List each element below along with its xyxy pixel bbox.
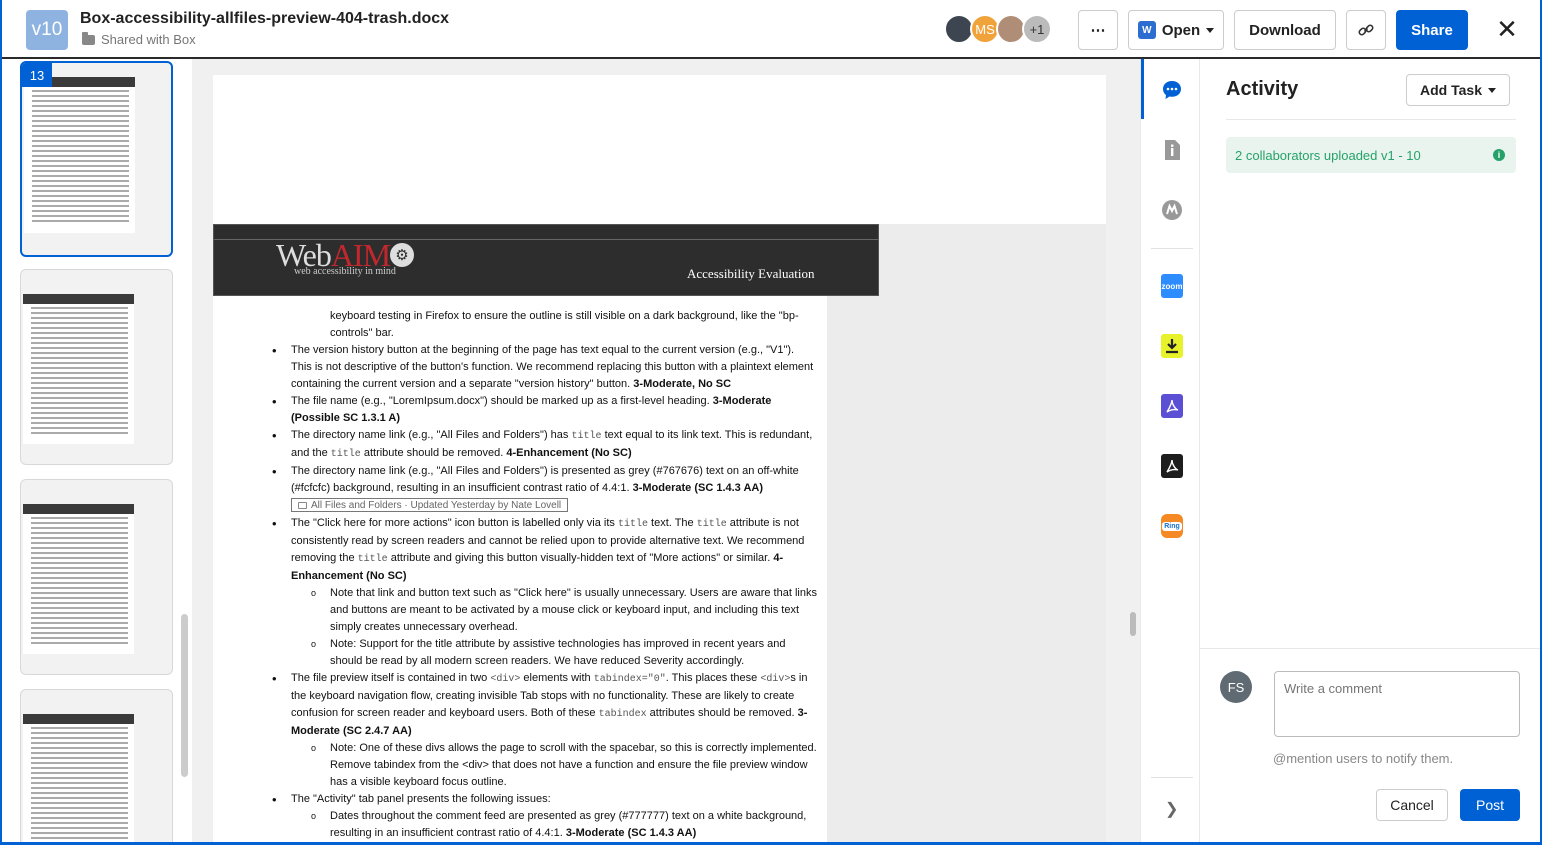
copy-link-button[interactable]	[1346, 10, 1386, 50]
list-item: The version history button at the beginn…	[272, 342, 817, 393]
folder-icon	[298, 501, 307, 509]
list-item: Note that link and button text such as "…	[291, 585, 817, 636]
open-button[interactable]: W Open	[1128, 10, 1224, 50]
link-icon	[1358, 24, 1374, 36]
preview-scrollbar[interactable]	[1130, 612, 1136, 636]
folder-icon	[82, 31, 95, 45]
more-collaborators-badge[interactable]: +1	[1022, 14, 1052, 44]
info-icon[interactable]: i	[1493, 149, 1505, 161]
thumbnail-page[interactable]	[20, 269, 173, 465]
thumbnail-page[interactable]	[20, 689, 173, 842]
post-button[interactable]: Post	[1460, 789, 1520, 821]
thumbnail-image	[23, 714, 134, 842]
preview-modal: v10 Box-accessibility-allfiles-preview-4…	[0, 0, 1542, 845]
list-item: The directory name link (e.g., "All File…	[272, 427, 817, 463]
download-button[interactable]: Download	[1234, 10, 1336, 50]
divider	[1151, 777, 1193, 778]
current-page-badge: 13	[22, 63, 52, 87]
active-tab-indicator	[1141, 59, 1144, 119]
sidebar-nav: zoom Ring ❯	[1140, 59, 1200, 842]
details-icon[interactable]	[1161, 139, 1183, 161]
collaborator-upload-notice[interactable]: 2 collaborators uploaded v1 - 10 i	[1226, 137, 1516, 173]
chevron-down-icon	[1487, 87, 1496, 93]
webaim-tagline: web accessibility in mind	[294, 266, 396, 277]
open-label: Open	[1161, 21, 1201, 39]
close-icon[interactable]: ✕	[1492, 14, 1522, 44]
zoom-icon[interactable]: zoom	[1161, 274, 1183, 298]
list-item: The "Click here for more actions" icon b…	[272, 515, 817, 585]
more-options-button[interactable]: ⋯	[1078, 10, 1118, 50]
shared-status[interactable]: Shared with Box	[82, 31, 196, 47]
thumbnail-image	[23, 294, 134, 444]
ring-icon[interactable]: Ring	[1161, 514, 1183, 538]
chevron-right-icon[interactable]: ❯	[1165, 799, 1178, 819]
list-item: The file name (e.g., "LoremIpsum.docx") …	[272, 393, 817, 427]
cancel-button[interactable]: Cancel	[1376, 789, 1448, 821]
preview-header: v10 Box-accessibility-allfiles-preview-4…	[2, 0, 1540, 59]
avatar: FS	[1220, 671, 1252, 703]
add-task-button[interactable]: Add Task	[1406, 74, 1510, 106]
document-header-title: Accessibility Evaluation	[687, 266, 815, 281]
list-item: The "Activity" tab panel presents the fo…	[272, 791, 817, 808]
continued-text: keyboard testing in Firefox to ensure th…	[330, 310, 799, 339]
gear-icon: ⚙	[390, 243, 414, 267]
thumbnail-image	[24, 77, 135, 233]
collaborator-avatars[interactable]: MS +1	[944, 14, 1052, 44]
divider	[1226, 119, 1516, 120]
activity-panel: Activity Add Task 2 collaborators upload…	[1200, 59, 1540, 842]
comment-composer: FS @mention users to notify them. Cancel…	[1200, 648, 1540, 842]
acrobat-icon[interactable]	[1161, 394, 1183, 418]
skills-icon[interactable]	[1161, 199, 1183, 221]
thumbnail-sidebar: 13	[2, 59, 192, 842]
mention-hint: @mention users to notify them.	[1273, 751, 1454, 766]
collab-notice-text: 2 collaborators uploaded v1 - 10	[1235, 147, 1421, 163]
document-header-banner: WebAIM ⚙ web accessibility in mind Acces…	[213, 224, 879, 296]
divider	[1151, 248, 1193, 249]
issue-list: The version history button at the beginn…	[272, 342, 817, 842]
breadcrumb-example: All Files and Folders · Updated Yesterda…	[291, 498, 569, 512]
list-item: The file preview itself is contained in …	[272, 670, 817, 740]
list-item: Dates throughout the comment feed are pr…	[291, 808, 817, 842]
page-previous	[213, 75, 1106, 224]
word-icon: W	[1137, 21, 1156, 39]
chevron-down-icon	[1206, 27, 1215, 33]
thumbnail-page[interactable]: 13	[20, 61, 173, 257]
add-task-label: Add Task	[1420, 82, 1482, 98]
shared-text: Shared with Box	[101, 32, 196, 47]
share-button[interactable]: Share	[1396, 10, 1468, 50]
download-app-icon[interactable]	[1161, 334, 1183, 358]
document-page-body: keyboard testing in Firefox to ensure th…	[213, 296, 827, 842]
list-item: Note: Support for the title attribute by…	[291, 636, 817, 670]
file-name: Box-accessibility-allfiles-preview-404-t…	[80, 10, 450, 27]
activity-title: Activity	[1226, 78, 1299, 100]
list-item: The directory name link (e.g., "All File…	[272, 463, 817, 515]
thumbnail-image	[23, 504, 134, 654]
thumbnail-page[interactable]	[20, 479, 173, 675]
ellipsis-icon: ⋯	[1090, 22, 1106, 39]
activity-icon[interactable]	[1161, 79, 1183, 101]
comment-input[interactable]	[1274, 671, 1520, 737]
thumbnail-scrollbar[interactable]	[181, 614, 188, 777]
list-item: Note: One of these divs allows the page …	[291, 740, 817, 791]
acrobat-dark-icon[interactable]	[1161, 454, 1183, 478]
document-preview[interactable]: WebAIM ⚙ web accessibility in mind Acces…	[192, 59, 1140, 842]
version-badge[interactable]: v10	[26, 10, 68, 50]
